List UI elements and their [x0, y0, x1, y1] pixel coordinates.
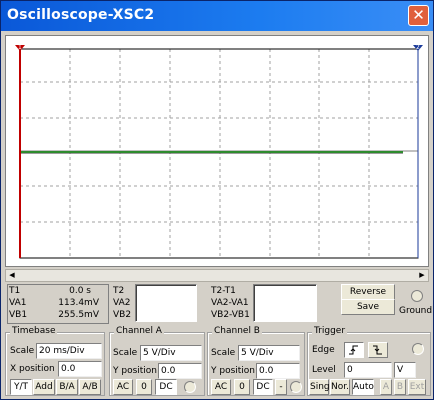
- mode-ba-button[interactable]: B/A: [56, 379, 78, 395]
- channel-a-zero-button[interactable]: 0: [136, 379, 152, 395]
- trigger-single-button[interactable]: Sing.: [309, 379, 333, 395]
- channel-a-ypos-field[interactable]: 0.0: [158, 363, 202, 379]
- mode-yt-button[interactable]: Y/T: [10, 379, 32, 395]
- va2-va1-label: VA2-VA1: [211, 298, 249, 308]
- channel-b-scale-field[interactable]: 5 V/Div: [238, 345, 300, 361]
- channel-b-dc-button[interactable]: DC: [253, 379, 273, 395]
- level-unit-field[interactable]: V: [394, 362, 416, 378]
- channel-a-title: Channel A: [114, 326, 164, 336]
- channel-a-ac-button[interactable]: AC: [113, 379, 133, 395]
- channel-b-ypos-field[interactable]: 0.0: [256, 363, 300, 379]
- vb2-vb1-label: VB2-VB1: [211, 310, 250, 320]
- oscilloscope-window: Oscilloscope-XSC2 ✕ 1 2 ◀ ▶ T1 0.0 s VA1…: [0, 0, 434, 400]
- horizontal-scrollbar[interactable]: ◀ ▶: [5, 269, 429, 282]
- timebase-scale-field[interactable]: 20 ms/Div: [36, 343, 102, 359]
- scroll-left-icon[interactable]: ◀: [6, 270, 18, 281]
- close-button[interactable]: ✕: [408, 5, 429, 26]
- readout-t2-values: [135, 284, 197, 322]
- channel-b-radio[interactable]: [290, 381, 302, 393]
- channel-b-zero-button[interactable]: 0: [234, 379, 250, 395]
- x-position-field[interactable]: 0.0: [58, 361, 102, 377]
- trigger-group: Trigger Edge Level 0 V Sing. Nor. Auto A…: [307, 326, 431, 396]
- channel-a-ypos-label: Y position: [113, 366, 158, 376]
- cursor-t1-number: 1: [18, 44, 22, 51]
- reverse-button[interactable]: Reverse: [341, 284, 395, 300]
- channel-a-group: Channel A Scale 5 V/Div Y position 0.0 A…: [109, 326, 205, 396]
- trigger-source-ext-button[interactable]: Ext: [408, 379, 426, 395]
- va2-label: VA2: [113, 298, 131, 308]
- save-button[interactable]: Save: [341, 299, 395, 315]
- readout-t1-frame: [7, 284, 109, 324]
- rising-edge-icon: [349, 345, 358, 355]
- scroll-right-icon[interactable]: ▶: [416, 270, 428, 281]
- t2-t1-label: T2-T1: [211, 286, 236, 296]
- timebase-scale-label: Scale: [10, 346, 35, 356]
- trigger-auto-button[interactable]: Auto: [352, 379, 374, 395]
- readout-diff-values: [253, 284, 317, 322]
- falling-edge-button[interactable]: [368, 342, 388, 358]
- falling-edge-icon: [373, 345, 382, 355]
- channel-a-radio[interactable]: [184, 381, 196, 393]
- trigger-title: Trigger: [312, 326, 348, 336]
- trigger-normal-button[interactable]: Nor.: [330, 379, 350, 395]
- channel-b-title: Channel B: [212, 326, 262, 336]
- ground-label: Ground: [399, 306, 433, 316]
- channel-b-group: Channel B Scale 5 V/Div Y position 0.0 A…: [207, 326, 305, 396]
- level-field[interactable]: 0: [344, 362, 392, 378]
- channel-b-invert-button[interactable]: -: [275, 379, 287, 395]
- title-bar[interactable]: Oscilloscope-XSC2 ✕: [1, 1, 433, 31]
- channel-a-scale-label: Scale: [113, 348, 138, 358]
- ground-radio[interactable]: [411, 290, 423, 302]
- channel-b-ypos-label: Y position: [211, 366, 256, 376]
- mode-add-button[interactable]: Add: [33, 379, 55, 395]
- trigger-radio[interactable]: [412, 343, 424, 355]
- t2-label: T2: [113, 286, 125, 296]
- timebase-group: Timebase Scale 20 ms/Div X position 0.0 …: [5, 326, 105, 396]
- channel-b-scale-label: Scale: [211, 348, 236, 358]
- trigger-source-a-button[interactable]: A: [380, 379, 392, 395]
- timebase-title: Timebase: [10, 326, 58, 336]
- x-position-label: X position: [10, 364, 55, 374]
- level-label: Level: [312, 365, 336, 375]
- channel-a-scale-field[interactable]: 5 V/Div: [140, 345, 202, 361]
- edge-label: Edge: [312, 345, 335, 355]
- cursor-t2-number: 2: [416, 44, 420, 51]
- rising-edge-button[interactable]: [344, 342, 364, 358]
- mode-ab-button[interactable]: A/B: [79, 379, 101, 395]
- trigger-source-b-button[interactable]: B: [394, 379, 406, 395]
- channel-b-ac-button[interactable]: AC: [211, 379, 231, 395]
- window-title: Oscilloscope-XSC2: [7, 7, 155, 23]
- display-svg: 1 2: [15, 44, 423, 259]
- vb2-label: VB2: [113, 310, 132, 320]
- oscilloscope-display: 1 2: [5, 35, 429, 267]
- channel-a-dc-button[interactable]: DC: [155, 379, 177, 395]
